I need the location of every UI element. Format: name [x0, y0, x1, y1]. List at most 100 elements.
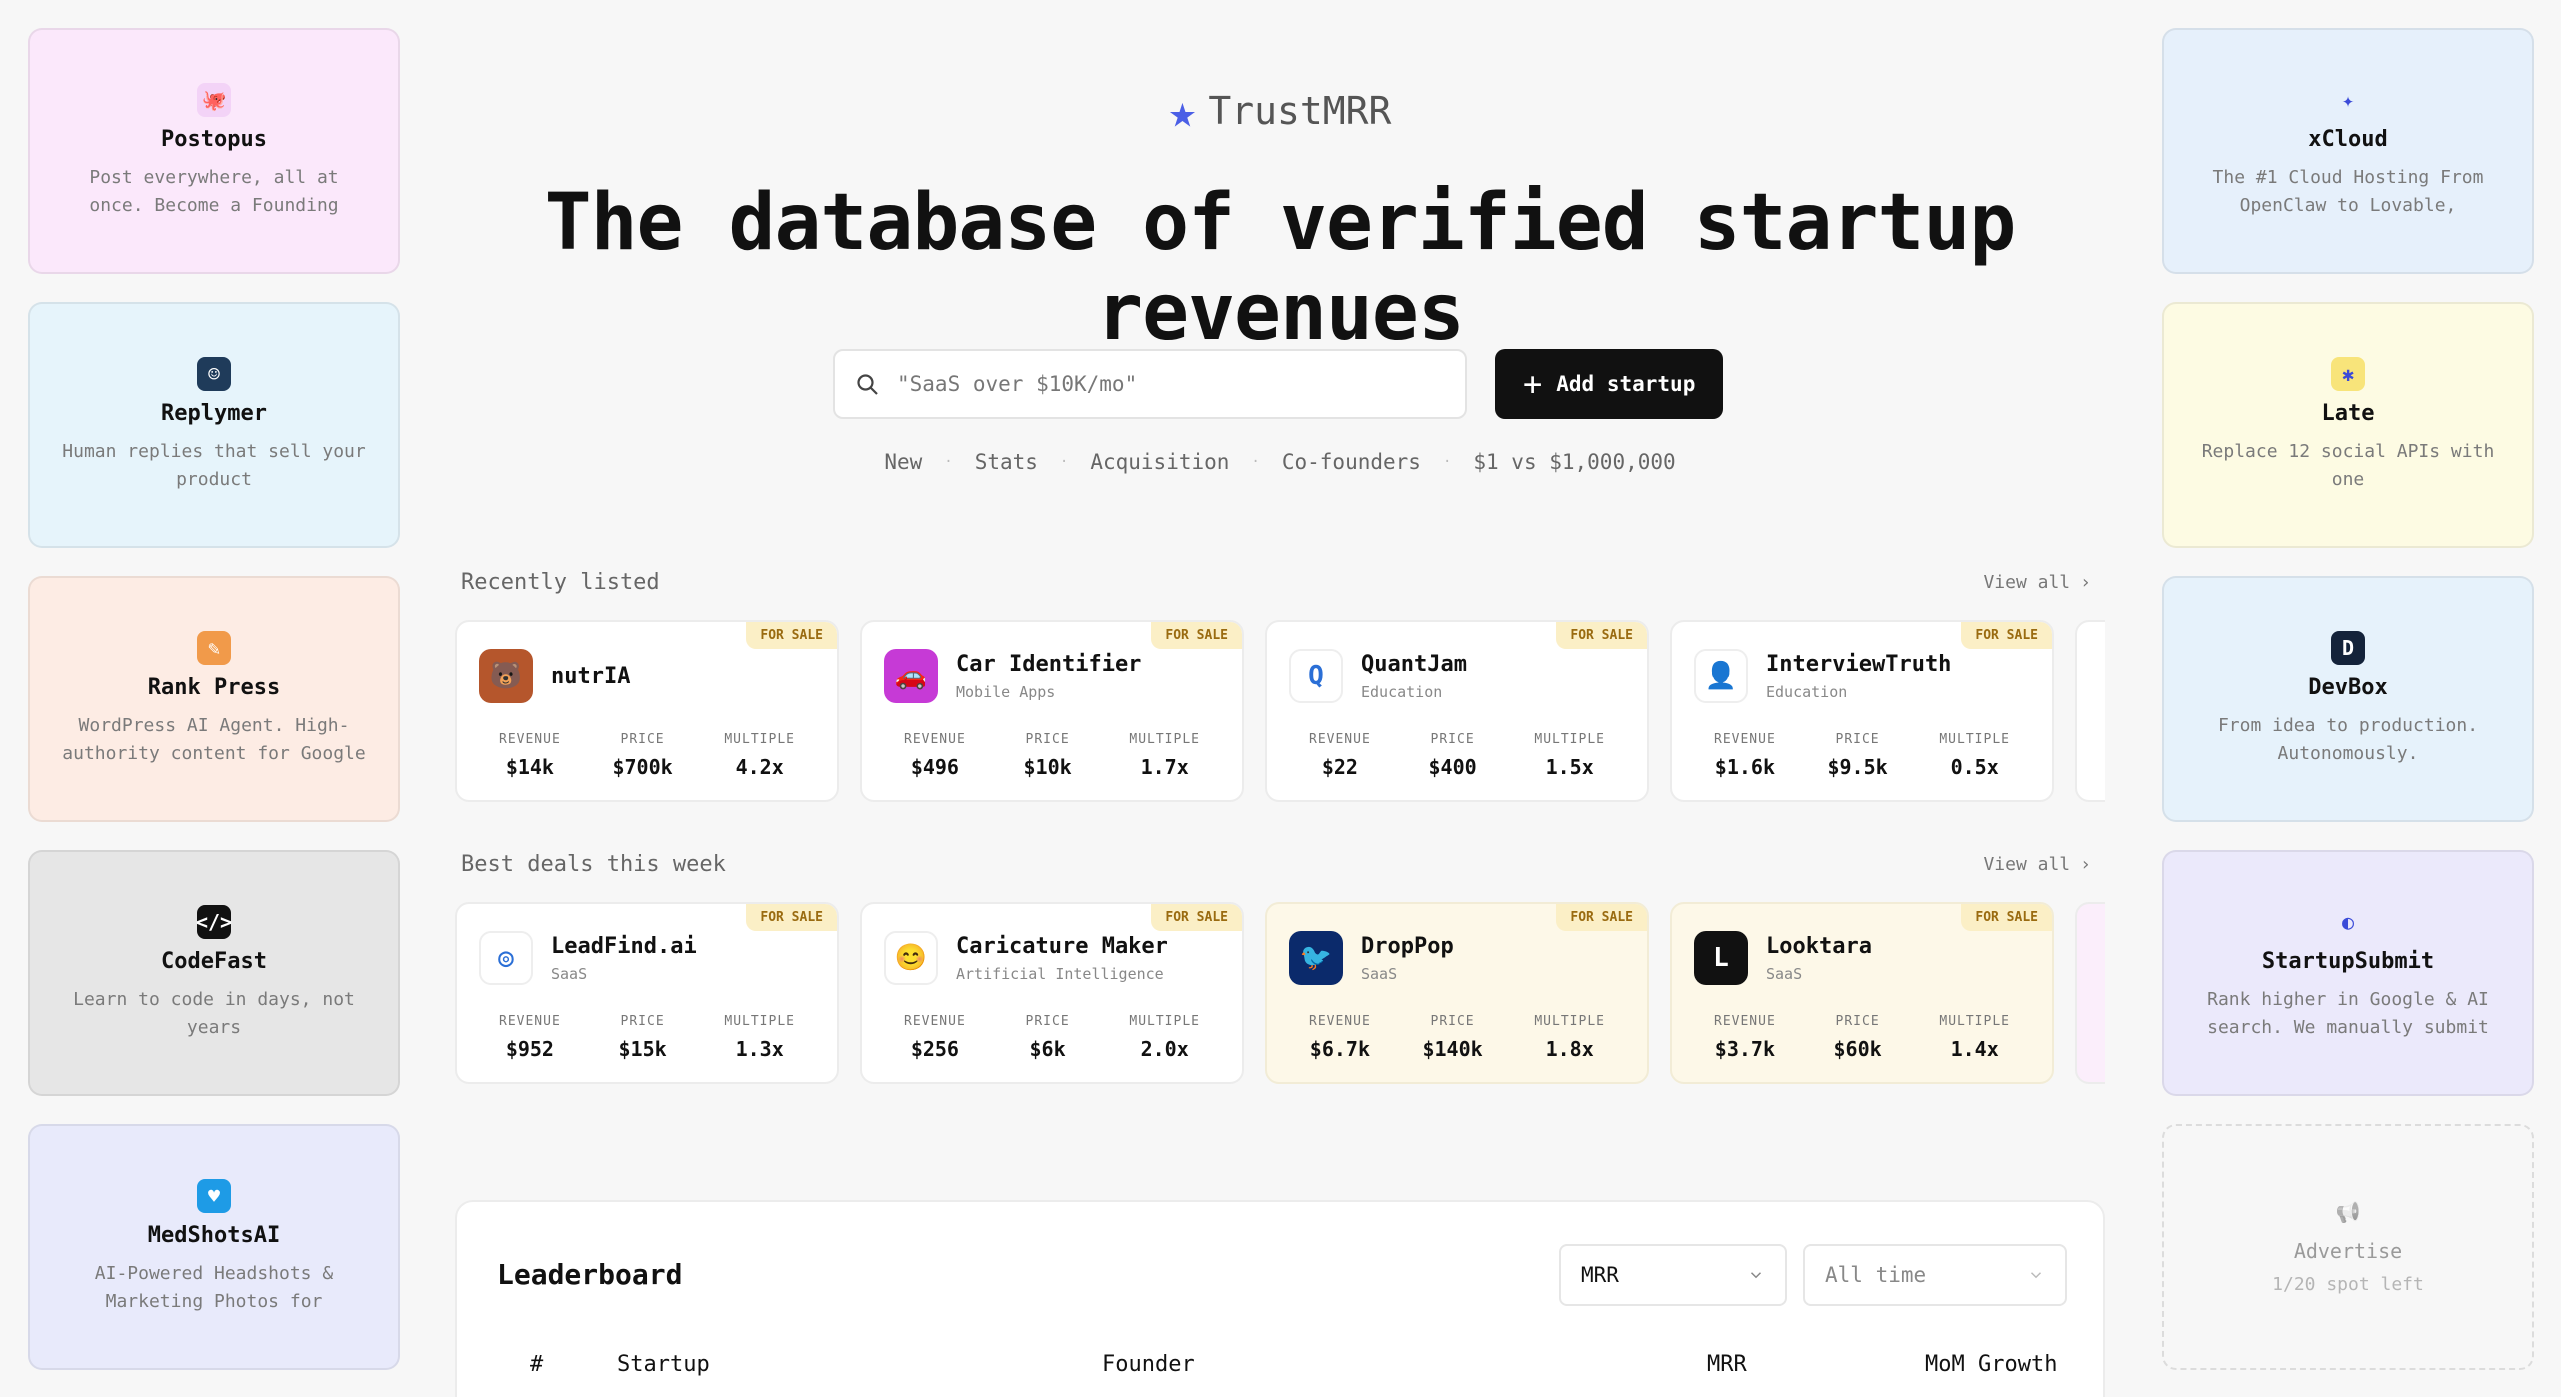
sponsor-description: Post everywhere, all at once. Become a F… [89, 166, 339, 216]
metric-revenue: REVENUE $1.6k [1714, 732, 1776, 779]
metric-value: $9.5k [1827, 755, 1888, 779]
metric-multiple: MULTIPLE 4.2x [724, 732, 795, 779]
metric-multiple: MULTIPLE 1.8x [1534, 1014, 1605, 1061]
startup-name: QuantJam [1361, 651, 1467, 677]
sponsor-card-devbox[interactable]: D DevBox From idea to production. Autonomo… [2162, 576, 2534, 822]
metric-select-value: MRR [1581, 1263, 1619, 1287]
metric-revenue: REVENUE $6.7k [1309, 1014, 1371, 1061]
quantjam-logo-icon: Q [1289, 649, 1343, 703]
for-sale-badge: FOR SALE [1151, 904, 1242, 931]
metric-label: REVENUE [1309, 1014, 1371, 1029]
brand-logo[interactable]: ★ TrustMRR [455, 88, 2105, 134]
startup-category: Artificial Intelligence [956, 964, 1164, 983]
search-input[interactable] [897, 372, 1445, 396]
column-startup[interactable]: Startup [617, 1352, 710, 1377]
sponsor-description: WordPress AI Agent. High-authority conte… [62, 714, 366, 764]
brand-name: TrustMRR [1208, 89, 1392, 133]
card-metrics: REVENUE $14k PRICE $700k MULTIPLE 4.2x [479, 732, 815, 779]
search-pin-logo-icon: ◎ [479, 931, 533, 985]
startup-name: InterviewTruth [1766, 651, 1952, 677]
page-title: The database of verified startup revenue… [544, 178, 2017, 358]
sponsor-card-xcloud[interactable]: ✦ xCloud The #1 Cloud Hosting From OpenCla… [2162, 28, 2534, 274]
startup-card-droppop[interactable]: FOR SALE 🐦 DropPop SaaS REVENUE $6.7k PRICE $14… [1265, 902, 1649, 1084]
startup-name: nutrIA [551, 663, 631, 689]
face-logo-icon: 😊 [884, 931, 938, 985]
sponsor-card-codefast[interactable]: </> CodeFast Learn to code in days, not ye… [28, 850, 400, 1096]
metric-label: PRICE [1835, 732, 1880, 747]
sponsor-card-postopus[interactable]: 🐙 Postopus Post everywhere, all at once. B… [28, 28, 400, 274]
card-info: DropPop SaaS [1361, 934, 1454, 983]
sponsor-card-advertise[interactable]: 📢 Advertise 1/20 spot left [2162, 1124, 2534, 1370]
add-startup-button[interactable]: + Add startup [1495, 349, 1724, 419]
card-metrics: REVENUE $3.7k PRICE $60k MULTIPLE 1.4x [1694, 1014, 2030, 1061]
metric-label: PRICE [1835, 1014, 1880, 1029]
startup-card-partial[interactable] [2075, 902, 2105, 1084]
metric-price: PRICE $9.5k [1827, 732, 1887, 779]
metric-label: PRICE [620, 732, 665, 747]
startup-card-leadfind-ai[interactable]: FOR SALE ◎ LeadFind.ai SaaS REVENUE $952 PRICE… [455, 902, 839, 1084]
startup-card-looktara[interactable]: FOR SALE L Looktara SaaS REVENUE $3.7k PRICE $6… [1670, 902, 2054, 1084]
sponsor-name: StartupSubmit [2261, 948, 2435, 974]
column-mrr[interactable]: MRR [1707, 1352, 1747, 1377]
sponsor-description: From idea to production. Autonomously. [2217, 714, 2479, 764]
metric-multiple: MULTIPLE 2.0x [1129, 1014, 1200, 1061]
robot-icon: ☺ [197, 356, 231, 391]
sponsor-card-late[interactable]: ✱ Late Replace 12 social APIs with one [2162, 302, 2534, 548]
card-info: Caricature Maker Artificial Intelligence [956, 934, 1168, 983]
sponsor-card-medshotsai[interactable]: ♥ MedShotsAI AI-Powered Headshots & Market… [28, 1124, 400, 1370]
metric-label: PRICE [1430, 1014, 1475, 1029]
metric-value: $140k [1422, 1037, 1483, 1061]
metric-price: PRICE $15k [619, 1014, 667, 1061]
startup-card-caricature-maker[interactable]: FOR SALE 😊 Caricature Maker Artificial Inte… [860, 902, 1244, 1084]
sponsor-description: AI-Powered Headshots & Marketing Photos … [94, 1262, 334, 1312]
period-select-value: All time [1825, 1263, 1927, 1287]
sponsor-card-replymer[interactable]: ☺ Replymer Human replies that sell your pr… [28, 302, 400, 548]
nav-link-acquisition[interactable]: Acquisition [1090, 450, 1229, 474]
sponsor-description: Replace 12 social APIs with one [2201, 440, 2495, 490]
metric-label: MULTIPLE [1939, 1014, 2010, 1029]
sponsor-description: The #1 Cloud Hosting From OpenClaw to Lo… [2212, 166, 2484, 216]
metric-label: REVENUE [1309, 732, 1371, 747]
card-info: nutrIA [551, 664, 630, 689]
metric-select[interactable]: MRR [1559, 1244, 1787, 1306]
pencil-icon: ✎ [197, 630, 231, 665]
nav-link-1-vs-1-000-000[interactable]: $1 vs $1,000,000 [1473, 450, 1675, 474]
period-select[interactable]: All time [1803, 1244, 2067, 1306]
card-info: InterviewTruth Education [1766, 652, 1951, 701]
best-deals-view-all[interactable]: View all › [1983, 854, 2091, 875]
metric-multiple: MULTIPLE 1.3x [724, 1014, 795, 1061]
metric-revenue: REVENUE $3.7k [1714, 1014, 1776, 1061]
sponsor-card-startupsubmit[interactable]: ◐ StartupSubmit Rank higher in Google & AI… [2162, 850, 2534, 1096]
chevron-down-icon [2030, 1272, 2042, 1279]
metric-price: PRICE $60k [1834, 1014, 1882, 1061]
startup-card-nutria[interactable]: FOR SALE 🐻 nutrIA REVENUE $14k PRICE $700k MULT… [455, 620, 839, 802]
search-box[interactable] [833, 349, 1467, 419]
metric-label: REVENUE [904, 732, 966, 747]
metric-value: 1.3x [735, 1037, 784, 1061]
sponsor-description: 1/20 spot left [2272, 1274, 2424, 1295]
startup-card-car-identifier[interactable]: FOR SALE 🚗 Car Identifier Mobile Apps REVENU… [860, 620, 1244, 802]
metric-revenue: REVENUE $496 [904, 732, 966, 779]
startup-card-partial[interactable] [2075, 620, 2105, 802]
startup-card-quantjam[interactable]: FOR SALE Q QuantJam Education REVENUE $22 PRIC… [1265, 620, 1649, 802]
nav-link-new[interactable]: New [884, 450, 922, 474]
nav-link-co-founders[interactable]: Co-founders [1282, 450, 1421, 474]
chevron-right-icon: › [2080, 572, 2091, 593]
column-rank: # [530, 1352, 544, 1377]
chevron-down-icon [1750, 1272, 1762, 1279]
metric-label: PRICE [1025, 732, 1070, 747]
column-founder[interactable]: Founder [1102, 1352, 1195, 1377]
card-metrics: REVENUE $1.6k PRICE $9.5k MULTIPLE 0.5x [1694, 732, 2030, 779]
startup-name: LeadFind.ai [551, 933, 697, 959]
nav-links: New · Stats · Acquisition · Co-founders · $1 vs … [455, 450, 2105, 474]
recently-listed-view-all[interactable]: View all › [1983, 572, 2091, 593]
column-mom-growth[interactable]: MoM Growth [1925, 1352, 2057, 1377]
metric-value: $700k [612, 755, 673, 779]
nav-link-stats[interactable]: Stats [975, 450, 1038, 474]
metric-label: REVENUE [499, 732, 561, 747]
startup-card-interviewtruth[interactable]: FOR SALE 👤 InterviewTruth Education REVENUE $… [1670, 620, 2054, 802]
card-metrics: REVENUE $256 PRICE $6k MULTIPLE 2.0x [884, 1014, 1220, 1061]
card-info: QuantJam Education [1361, 652, 1467, 701]
sponsor-card-rank-press[interactable]: ✎ Rank Press WordPress AI Agent. High-auth… [28, 576, 400, 822]
startup-category: SaaS [1766, 964, 1803, 983]
